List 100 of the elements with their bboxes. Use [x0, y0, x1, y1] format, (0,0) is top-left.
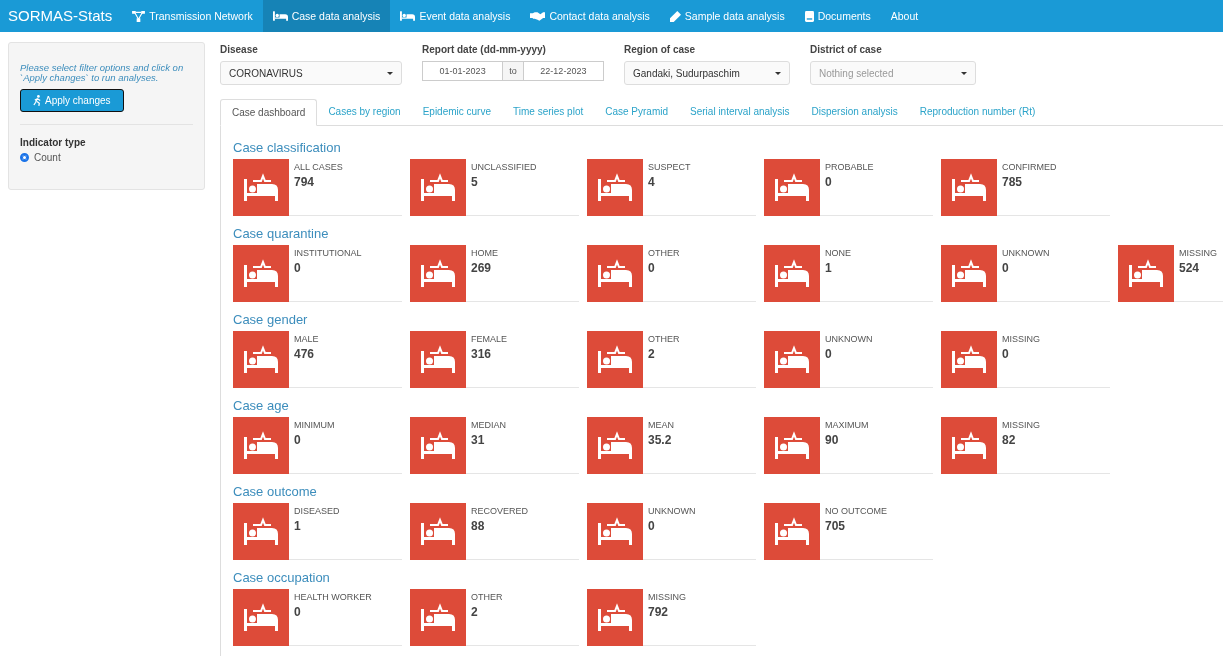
pencil-icon: [669, 10, 681, 22]
dropdown[interactable]: Gandaki, Sudurpaschim: [624, 61, 790, 85]
stat-label: OTHER: [471, 592, 504, 602]
stat-label: NONE: [825, 248, 852, 258]
bed-icon: [764, 503, 820, 560]
apply-button[interactable]: Apply changes: [20, 89, 124, 112]
field-label: District of case: [810, 44, 883, 55]
bed-icon: [587, 503, 643, 560]
stat-label: UNCLASSIFIED: [471, 162, 538, 172]
section-title: Case gender: [233, 312, 309, 327]
network-icon: [132, 10, 146, 22]
stat-value: 0: [1002, 261, 1010, 275]
nav-link[interactable]: About: [880, 0, 929, 32]
nav-link[interactable]: Contact data analysis: [520, 0, 660, 32]
stat-value: 785: [1002, 175, 1024, 189]
dropdown[interactable]: CORONAVIRUS: [220, 61, 402, 85]
bed-icon: [410, 245, 466, 302]
stat-label: PROBABLE: [825, 162, 875, 172]
stat-value: 524: [1179, 261, 1201, 275]
stat-label: MEDIAN: [471, 420, 507, 430]
caret-icon: [775, 71, 781, 75]
stat-value: 90: [825, 433, 840, 447]
stat-label: UNKNOWN: [825, 334, 874, 344]
bed-icon: [764, 159, 820, 216]
stat-value: 4: [648, 175, 656, 189]
bed-icon: [233, 245, 289, 302]
radio-label: Count: [34, 152, 61, 163]
bed-icon: [764, 417, 820, 474]
stat-label: OTHER: [648, 334, 681, 344]
stat-label: MISSING: [1002, 334, 1041, 344]
section-title: Case classification: [233, 140, 342, 155]
stat-value: 0: [648, 261, 656, 275]
stat-label: MAXIMUM: [825, 420, 870, 430]
bed-icon: [941, 417, 997, 474]
bed-icon: [941, 331, 997, 388]
stat-label: UNKNOWN: [1002, 248, 1051, 258]
bed-icon: [233, 589, 289, 646]
bed-icon: [764, 331, 820, 388]
stat-label: MISSING: [1179, 248, 1218, 258]
bed-icon: [1118, 245, 1174, 302]
field-label: Region of case: [624, 44, 697, 55]
stat-label: NO OUTCOME: [825, 506, 888, 516]
handshake-icon: [530, 11, 546, 21]
tab[interactable]: Reproduction number (Rt): [908, 99, 1047, 125]
tab[interactable]: Case Pyramid: [594, 99, 680, 125]
tab[interactable]: Case dashboard: [220, 99, 318, 126]
date-field[interactable]: 01-01-2023: [422, 61, 504, 81]
book-icon: [804, 10, 814, 22]
radio-button[interactable]: [20, 153, 29, 162]
stat-value: 476: [294, 347, 316, 361]
stat-label: MISSING: [648, 592, 687, 602]
stat-value: 0: [294, 605, 302, 619]
stat-label: DISEASED: [294, 506, 341, 516]
nav-link[interactable]: Case data analysis: [262, 0, 391, 32]
bed-icon: [587, 589, 643, 646]
brand-title[interactable]: SORMAS-Stats: [0, 0, 123, 32]
nav-link[interactable]: Transmission Network: [122, 0, 263, 32]
stat-label: MISSING: [1002, 420, 1041, 430]
tab[interactable]: Cases by region: [317, 99, 412, 125]
tab[interactable]: Epidemic curve: [411, 99, 502, 125]
nav-link[interactable]: Event data analysis: [390, 0, 521, 32]
stat-value: 2: [648, 347, 656, 361]
stat-label: ALL CASES: [294, 162, 344, 172]
stat-value: 792: [648, 605, 670, 619]
stat-value: 1: [825, 261, 833, 275]
nav-link[interactable]: Sample data analysis: [659, 0, 795, 32]
stat-value: 82: [1002, 433, 1017, 447]
date-field[interactable]: 22-12-2023: [522, 61, 604, 81]
stat-value: 31: [471, 433, 486, 447]
bed-icon: [233, 159, 289, 216]
stat-value: 35.2: [648, 433, 673, 447]
bed-icon: [410, 331, 466, 388]
bed-icon: [941, 159, 997, 216]
section-title: Case occupation: [233, 570, 331, 585]
nav-link[interactable]: Documents: [794, 0, 881, 32]
stat-value: 1: [294, 519, 302, 533]
caret-icon: [387, 71, 393, 75]
section-title: Case age: [233, 398, 290, 413]
stat-value: 88: [471, 519, 486, 533]
tab[interactable]: Serial interval analysis: [679, 99, 801, 125]
caret-icon: [961, 71, 967, 75]
dropdown[interactable]: Nothing selected: [810, 61, 976, 85]
tab[interactable]: Time series plot: [502, 99, 595, 125]
tab[interactable]: Dispersion analysis: [800, 99, 909, 125]
stat-label: MEAN: [648, 420, 675, 430]
indicator-label: Indicator type: [20, 137, 87, 148]
bed-icon: [587, 331, 643, 388]
stat-label: MALE: [294, 334, 320, 344]
stat-value: 794: [294, 175, 316, 189]
bed-icon: [233, 503, 289, 560]
stat-value: 0: [825, 175, 833, 189]
stat-value: 316: [471, 347, 493, 361]
stat-label: RECOVERED: [471, 506, 529, 516]
bed-icon: [233, 417, 289, 474]
bed-icon: [410, 159, 466, 216]
stat-value: 0: [294, 261, 302, 275]
bed-icon: [272, 11, 288, 21]
bed-icon: [587, 159, 643, 216]
field-label: Report date (dd-mm-yyyy): [422, 44, 547, 55]
stat-value: 2: [471, 605, 479, 619]
